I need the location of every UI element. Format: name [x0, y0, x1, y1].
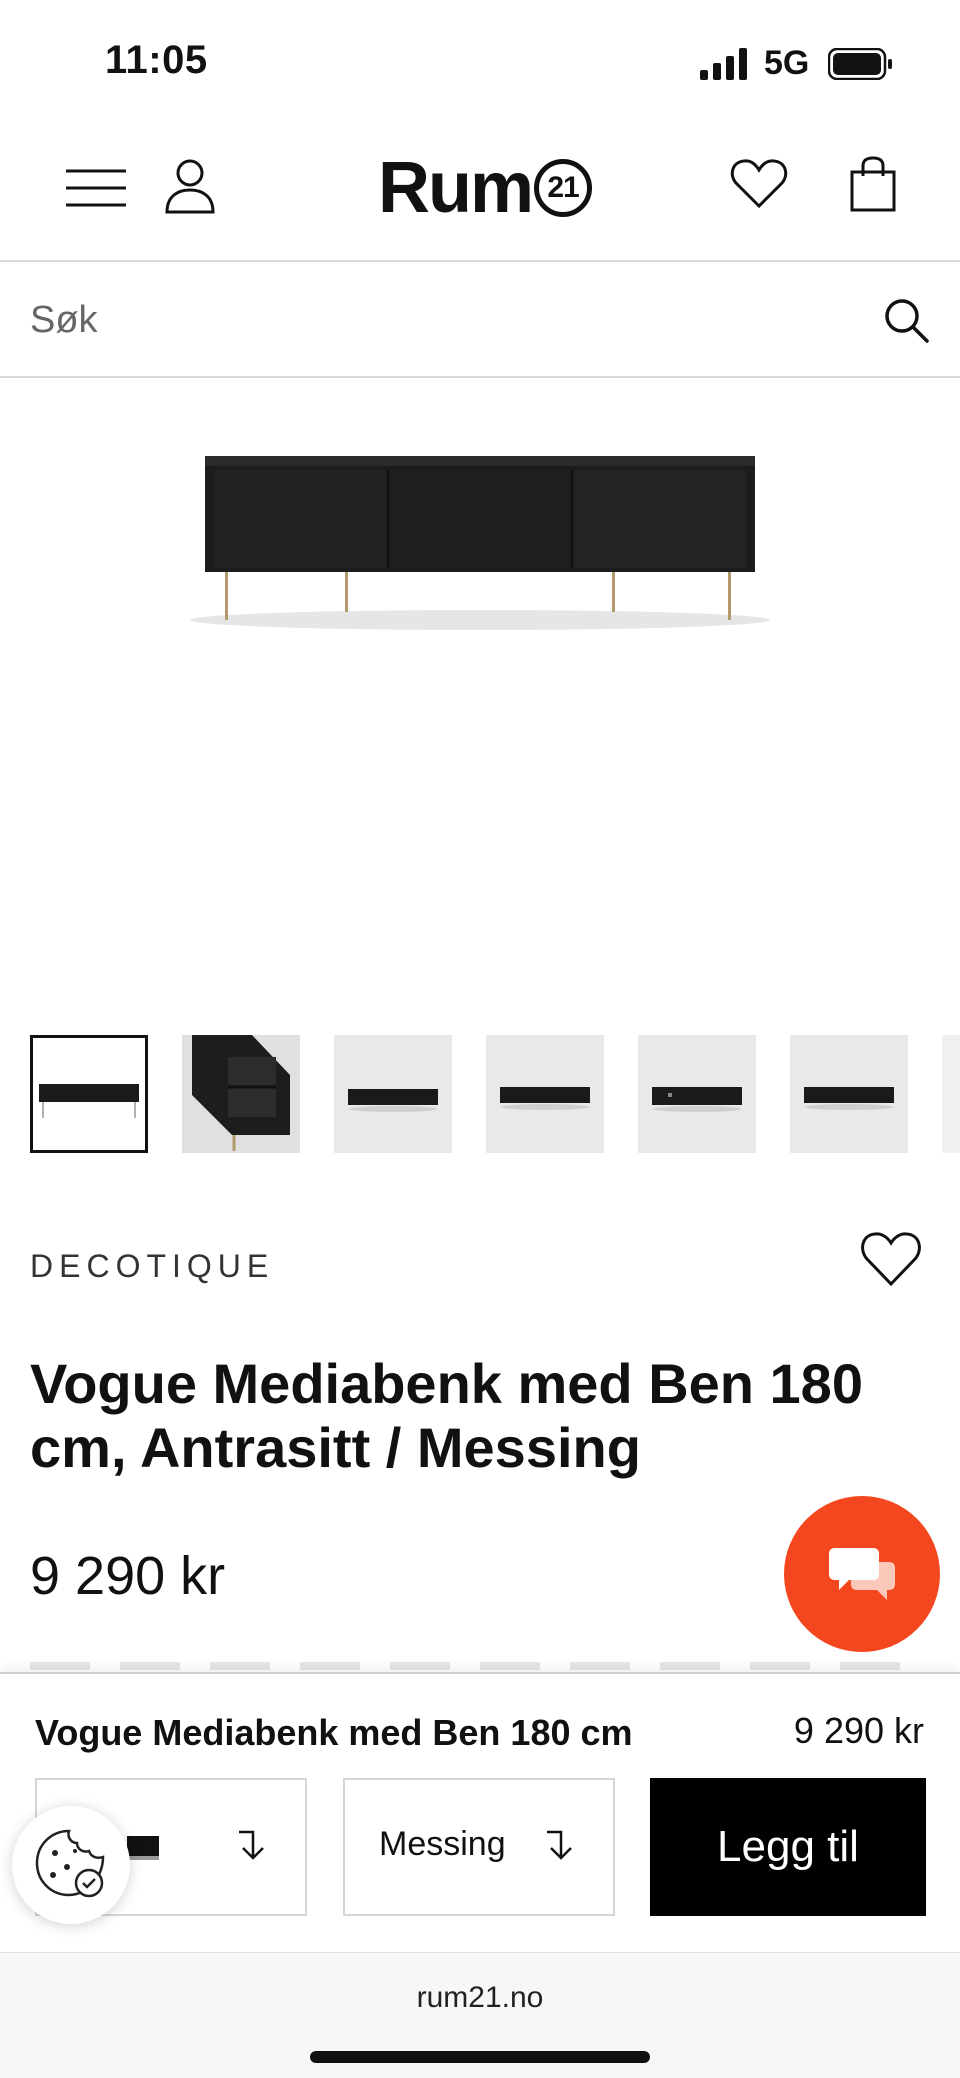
- media-bench-image: [190, 456, 770, 630]
- chevron-down-icon: [547, 1830, 572, 1860]
- thumbnail-3[interactable]: [334, 1035, 452, 1153]
- chat-icon: [829, 1548, 895, 1600]
- cookie-icon: [35, 1829, 105, 1898]
- product-price: 9 290 kr: [30, 1546, 226, 1606]
- battery-icon: [828, 48, 892, 80]
- color-swatch: [127, 1836, 159, 1856]
- description-preview: [30, 1650, 930, 1670]
- product-title: Vogue Mediabenk med Ben 180 cm, Antrasit…: [30, 1352, 863, 1479]
- network-type: 5G: [764, 44, 810, 82]
- thumbnail-2[interactable]: [182, 1035, 300, 1153]
- search-bar: [0, 264, 960, 378]
- chat-button[interactable]: [784, 1496, 940, 1652]
- leg-select-label: Messing: [379, 1825, 506, 1863]
- home-indicator[interactable]: [310, 2051, 650, 2063]
- signal-icon: [700, 48, 747, 80]
- cookie-settings-button[interactable]: [12, 1806, 130, 1924]
- logo-text: Rum: [378, 148, 534, 228]
- product-main-image[interactable]: [0, 380, 960, 1000]
- browser-bar: rum21.no: [0, 1952, 960, 2078]
- thumbnail-1[interactable]: [30, 1035, 148, 1153]
- status-bar: 11:05 5G: [0, 0, 960, 120]
- thumbnail-6[interactable]: [790, 1035, 908, 1153]
- search-icon[interactable]: [882, 296, 930, 344]
- site-header: Rum 21: [0, 120, 960, 262]
- sticky-product-title: Vogue Mediabenk med Ben 180 cm: [35, 1712, 633, 1753]
- search-input[interactable]: [30, 290, 850, 350]
- thumbnail-5[interactable]: [638, 1035, 756, 1153]
- heart-icon[interactable]: [730, 158, 788, 210]
- thumbnail-4[interactable]: [486, 1035, 604, 1153]
- wishlist-heart-icon[interactable]: [860, 1230, 922, 1288]
- thumbnail-7[interactable]: [942, 1035, 960, 1153]
- chevron-down-icon: [239, 1830, 264, 1860]
- url-text[interactable]: rum21.no: [0, 1981, 960, 2015]
- logo-number: 21: [534, 159, 592, 217]
- user-icon[interactable]: [164, 158, 216, 214]
- status-time: 11:05: [105, 38, 208, 82]
- thumbnail-strip: [30, 1035, 960, 1153]
- product-brand[interactable]: DECOTIQUE: [30, 1248, 274, 1285]
- sticky-product-price: 9 290 kr: [793, 1710, 924, 1751]
- sticky-add-to-cart-bar: Vogue Mediabenk med Ben 180 cm 9 290 kr …: [0, 1672, 960, 1952]
- leg-select[interactable]: Messing: [343, 1778, 615, 1916]
- menu-icon[interactable]: [66, 168, 126, 208]
- add-to-cart-button[interactable]: Legg til: [650, 1778, 926, 1916]
- bag-icon[interactable]: [850, 156, 896, 212]
- site-logo[interactable]: Rum 21: [378, 148, 592, 228]
